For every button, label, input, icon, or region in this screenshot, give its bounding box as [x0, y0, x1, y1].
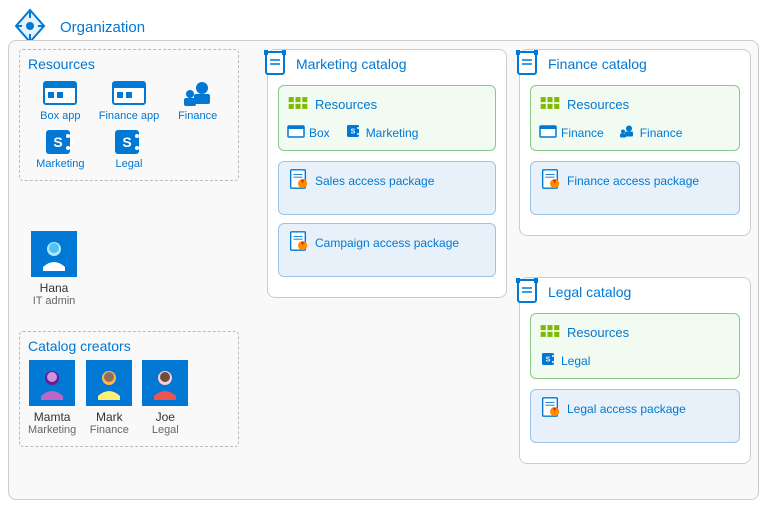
avatar [31, 231, 77, 277]
admin-name: Hana [31, 281, 77, 295]
marketing-catalog: Marketing catalog Resources Box Marketin… [267, 49, 507, 298]
avatar [29, 360, 75, 406]
sharepoint-icon [344, 123, 362, 142]
admin-role: IT admin [31, 295, 77, 307]
organization-container: Resources Box app Finance app Finance Ma… [8, 40, 759, 500]
access-package: Campaign access package [278, 223, 496, 277]
resources-grid-icon [539, 92, 561, 117]
catalog-icon [260, 48, 288, 79]
app-icon [287, 123, 305, 142]
resources-grid-icon [287, 92, 309, 117]
resource-finance-app: Finance app [97, 78, 162, 122]
package-icon [539, 168, 561, 193]
package-icon [539, 396, 561, 421]
catalog-icon [512, 48, 540, 79]
catalog-resources: Resources Finance Finance [530, 85, 740, 151]
access-package: Finance access package [530, 161, 740, 215]
group-icon [618, 123, 636, 142]
catalog-title: Marketing catalog [296, 56, 407, 72]
resources-grid-icon [539, 320, 561, 345]
finance-catalog: Finance catalog Resources Finance Financ… [519, 49, 751, 236]
catalog-resources: Resources Legal [530, 313, 740, 379]
creator-mark: Mark Finance [86, 360, 132, 436]
catalog-resources: Resources Box Marketing [278, 85, 496, 151]
catalog-resource-item: Box [287, 123, 330, 142]
package-icon [287, 230, 309, 255]
app-icon [28, 78, 93, 108]
catalog-resource-item: Finance [618, 123, 683, 142]
creator-joe: Joe Legal [142, 360, 188, 436]
avatar [86, 360, 132, 406]
access-package: Sales access package [278, 161, 496, 215]
avatar [142, 360, 188, 406]
catalog-resource-item: Marketing [344, 123, 419, 142]
access-package: Legal access package [530, 389, 740, 443]
creators-title: Catalog creators [28, 338, 230, 354]
resources-panel: Resources Box app Finance app Finance Ma… [19, 49, 239, 181]
catalog-creators-panel: Catalog creators Mamta Marketing Mark Fi… [19, 331, 239, 447]
resource-finance-group: Finance [165, 78, 230, 122]
resource-marketing-site: Marketing [28, 126, 93, 170]
group-icon [165, 78, 230, 108]
catalog-resource-item: Finance [539, 123, 604, 142]
catalog-title: Finance catalog [548, 56, 647, 72]
catalog-title: Legal catalog [548, 284, 631, 300]
org-title: Organization [60, 19, 145, 36]
resource-legal-site: Legal [97, 126, 162, 170]
it-admin: Hana IT admin [31, 231, 77, 307]
app-icon [97, 78, 162, 108]
creator-mamta: Mamta Marketing [28, 360, 76, 436]
catalog-icon [512, 276, 540, 307]
resource-box-app: Box app [28, 78, 93, 122]
sharepoint-icon [28, 126, 93, 156]
sharepoint-icon [97, 126, 162, 156]
app-icon [539, 123, 557, 142]
package-icon [287, 168, 309, 193]
catalog-resource-item: Legal [539, 351, 590, 370]
legal-catalog: Legal catalog Resources Legal Legal acce… [519, 277, 751, 464]
sharepoint-icon [539, 351, 557, 370]
resources-title: Resources [28, 56, 230, 72]
